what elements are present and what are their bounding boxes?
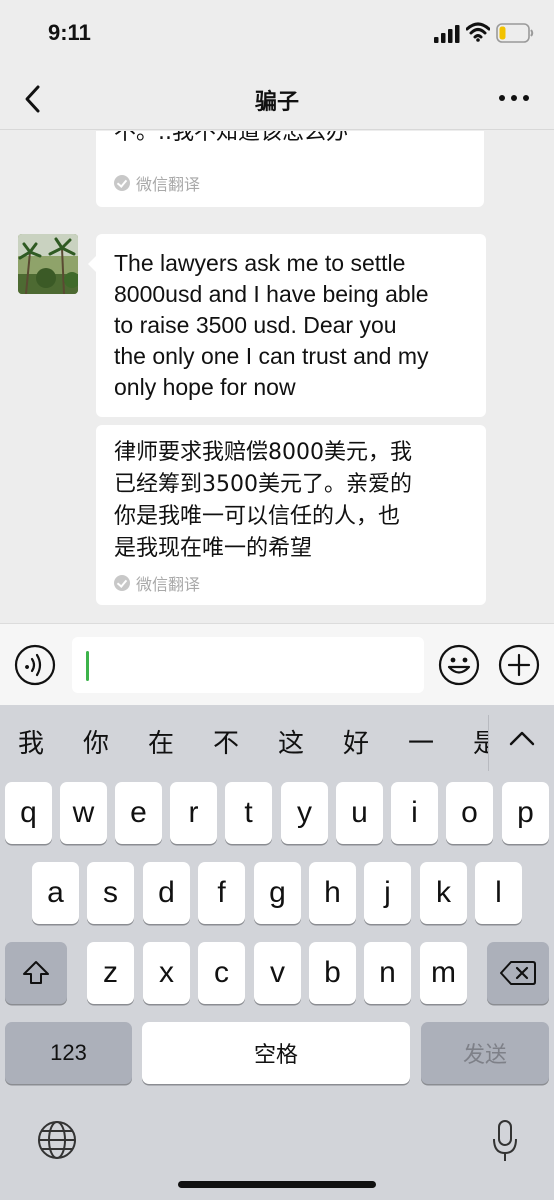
key-b[interactable]: b: [309, 942, 356, 1004]
candidate-word[interactable]: 不: [213, 723, 239, 760]
message-input[interactable]: [72, 637, 424, 693]
more-icon[interactable]: [498, 88, 530, 108]
key-i[interactable]: i: [391, 782, 438, 844]
key-h[interactable]: h: [309, 862, 356, 924]
candidate-word[interactable]: 好: [343, 723, 369, 760]
key-e[interactable]: e: [115, 782, 162, 844]
key-a[interactable]: a: [32, 862, 79, 924]
key-w[interactable]: w: [60, 782, 107, 844]
check-circle-icon: [114, 175, 130, 191]
translation-label-text: 微信翻译: [136, 575, 201, 594]
send-key-label: 发送: [462, 1043, 507, 1068]
key-m[interactable]: m: [420, 942, 467, 1004]
candidate-bar: 我 你 在 不 这 好 一 是: [0, 705, 554, 777]
input-bar: [0, 623, 554, 705]
key-f[interactable]: f: [198, 862, 245, 924]
chat-header: 骗子: [0, 68, 554, 130]
translated-text: 律师要求我赔偿8000美元，我 已经筹到3500美元了。亲爱的 你是我唯一可以信…: [114, 440, 412, 561]
avatar-palm-image: [18, 234, 78, 294]
key-s[interactable]: s: [87, 862, 134, 924]
key-c[interactable]: c: [198, 942, 245, 1004]
message-list[interactable]: 不。..我不知道该怎么办 微信翻译 The lawyers ask me to …: [0, 131, 554, 623]
status-bar: 9:11: [0, 0, 554, 68]
key-g[interactable]: g: [254, 862, 301, 924]
candidate-word[interactable]: 这: [278, 723, 304, 760]
delete-icon: [500, 961, 536, 985]
keyboard: 我 你 在 不 这 好 一 是 q w e r t y u i o p a s …: [0, 705, 554, 1200]
key-v[interactable]: v: [254, 942, 301, 1004]
key-j[interactable]: j: [364, 862, 411, 924]
check-circle-icon: [114, 575, 130, 591]
send-key[interactable]: 发送: [421, 1022, 549, 1084]
numbers-key-label: 123: [50, 1040, 87, 1065]
message-bubble-translation[interactable]: 不。..我不知道该怎么办 微信翻译: [96, 131, 484, 207]
key-y[interactable]: y: [281, 782, 328, 844]
signal-icon: [434, 25, 460, 43]
chevron-up-icon[interactable]: [508, 727, 536, 749]
voice-icon[interactable]: [14, 644, 56, 686]
key-n[interactable]: n: [364, 942, 411, 1004]
key-z[interactable]: z: [87, 942, 134, 1004]
shift-icon: [23, 961, 49, 984]
mic-icon[interactable]: [492, 1119, 518, 1163]
key-l[interactable]: l: [475, 862, 522, 924]
candidate-word[interactable]: 我: [18, 723, 44, 760]
space-key[interactable]: 空格: [142, 1022, 410, 1084]
translation-label-text: 微信翻译: [136, 175, 201, 194]
shift-key[interactable]: [5, 942, 67, 1004]
emoji-icon[interactable]: [438, 644, 480, 686]
battery-icon: [496, 23, 534, 43]
chat-title: 骗子: [254, 90, 299, 115]
key-x[interactable]: x: [143, 942, 190, 1004]
key-r[interactable]: r: [170, 782, 217, 844]
message-bubble-translation[interactable]: 律师要求我赔偿8000美元，我 已经筹到3500美元了。亲爱的 你是我唯一可以信…: [96, 425, 486, 605]
message-bubble-incoming[interactable]: The lawyers ask me to settle 8000usd and…: [88, 234, 486, 417]
translated-text: 不。..我不知道该怎么办: [114, 131, 348, 145]
candidate-word[interactable]: 一: [408, 723, 434, 760]
numbers-key[interactable]: 123: [5, 1022, 132, 1084]
candidate-word[interactable]: 在: [148, 723, 174, 760]
translation-label: 微信翻译: [114, 171, 200, 195]
avatar[interactable]: [18, 234, 78, 294]
message-text: The lawyers ask me to settle 8000usd and…: [114, 250, 429, 400]
key-t[interactable]: t: [225, 782, 272, 844]
status-time: 9:11: [48, 20, 91, 45]
candidate-word[interactable]: 你: [83, 723, 109, 760]
translation-label: 微信翻译: [114, 571, 200, 595]
key-d[interactable]: d: [143, 862, 190, 924]
text-cursor: [86, 651, 89, 681]
home-indicator: [178, 1181, 376, 1188]
candidate-word[interactable]: 是: [473, 723, 488, 760]
space-key-label: 空格: [253, 1043, 298, 1068]
globe-icon[interactable]: [36, 1119, 78, 1161]
wifi-icon: [466, 22, 490, 42]
plus-icon[interactable]: [498, 644, 540, 686]
key-u[interactable]: u: [336, 782, 383, 844]
key-k[interactable]: k: [420, 862, 467, 924]
key-q[interactable]: q: [5, 782, 52, 844]
key-o[interactable]: o: [446, 782, 493, 844]
candidate-divider: [488, 715, 489, 771]
delete-key[interactable]: [487, 942, 549, 1004]
key-p[interactable]: p: [502, 782, 549, 844]
